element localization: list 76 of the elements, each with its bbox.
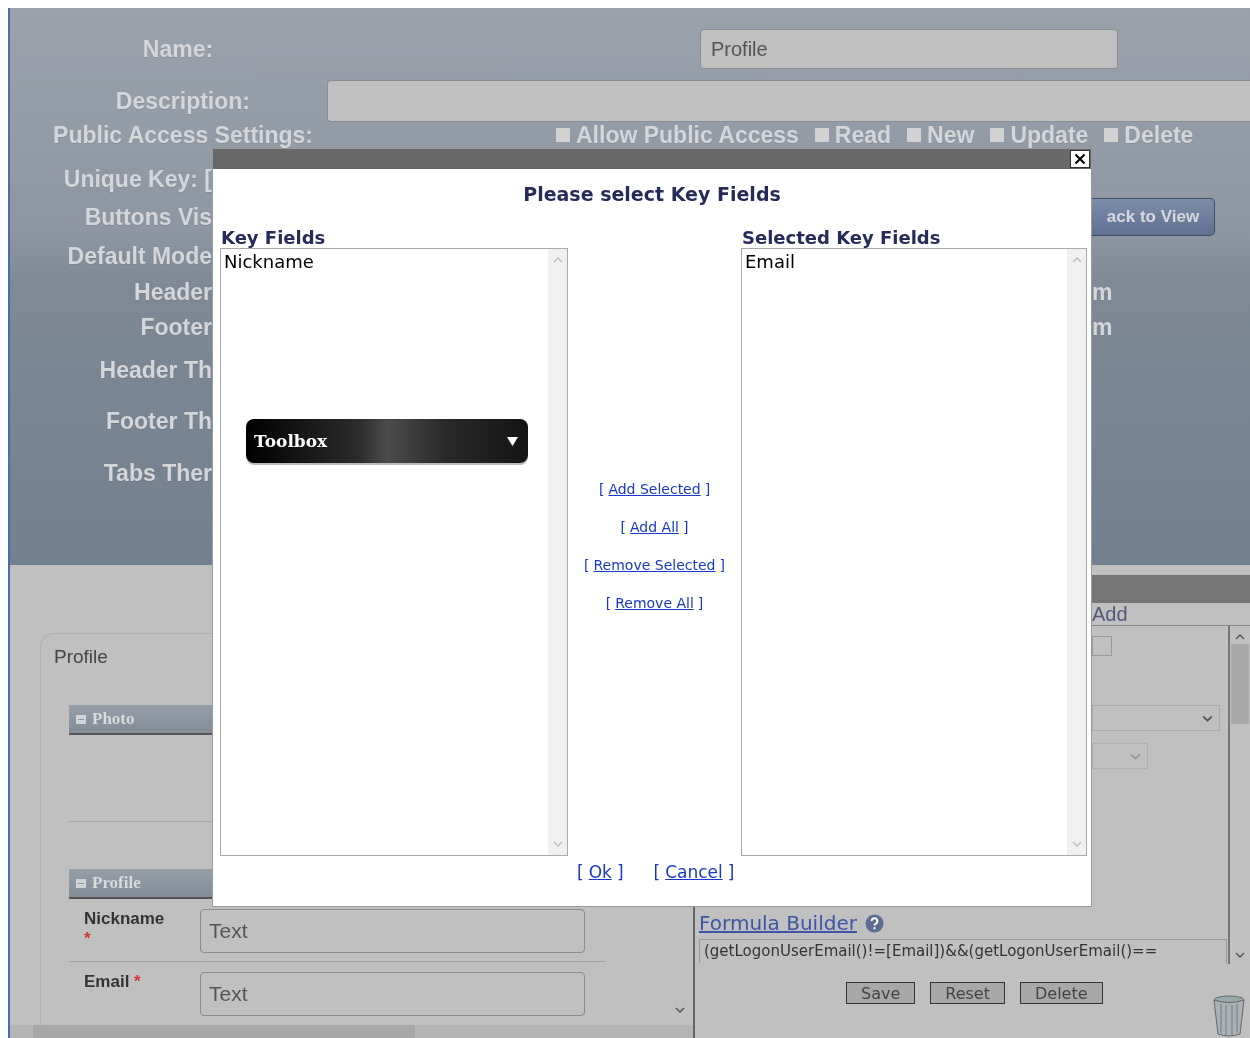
list-title: Key Fields <box>221 227 327 248</box>
checkbox[interactable] <box>814 128 829 142</box>
action-link[interactable]: Remove All <box>615 595 694 611</box>
input-field[interactable] <box>1092 636 1112 656</box>
bracket: ] <box>704 481 711 497</box>
setting-text: m <box>1092 278 1114 306</box>
public-access-label: Public Access Settings: <box>52 121 313 149</box>
dialog-link[interactable]: Ok <box>588 862 612 882</box>
bracket: ] <box>727 862 735 882</box>
formula-builder-link[interactable]: Formula Builder <box>699 911 857 935</box>
collapse-icon[interactable] <box>76 714 86 724</box>
text-field[interactable]: Text <box>200 909 585 953</box>
caret-icon[interactable] <box>507 436 518 446</box>
scrollbar-thumb[interactable] <box>1231 644 1249 724</box>
list-box[interactable]: Email <box>741 248 1087 856</box>
setting-label: Tabs Ther <box>102 459 212 487</box>
setting-label: Header <box>133 278 212 306</box>
field-label: Nickname * <box>83 909 166 949</box>
chevron-up-icon[interactable] <box>1235 634 1245 640</box>
toolbox-bar[interactable]: Toolbox <box>246 419 528 463</box>
list-title: Selected Key Fields <box>742 227 942 248</box>
action-link[interactable]: Add Selected <box>608 481 701 497</box>
setting-label: Header Th <box>98 356 212 384</box>
chevron-down-icon[interactable] <box>1235 952 1245 958</box>
bracket: ] <box>697 595 704 611</box>
description-field[interactable] <box>327 80 1250 122</box>
bracket: ] <box>616 862 624 882</box>
help-icon[interactable] <box>864 913 884 933</box>
checkbox[interactable] <box>990 128 1005 142</box>
chevron-down-icon[interactable] <box>675 1007 685 1013</box>
bracket: [ <box>653 862 661 882</box>
checkbox[interactable] <box>1104 128 1119 142</box>
setting-label: Buttons Vis <box>83 203 212 231</box>
checkbox-label: New <box>927 121 975 149</box>
collapse-icon[interactable] <box>76 878 86 888</box>
name-field[interactable]: Profile <box>700 29 1118 69</box>
checkbox-label: Update <box>1010 121 1089 149</box>
field-label: Email * <box>83 972 142 992</box>
action-link[interactable]: Add All <box>630 519 679 535</box>
action-button[interactable]: Reset <box>930 982 1005 1004</box>
chevron-down-icon[interactable] <box>1202 714 1213 722</box>
setting-label: Footer <box>139 313 212 341</box>
action-link[interactable]: Remove Selected <box>593 557 716 573</box>
checkbox-label: Allow Public Access <box>576 121 799 149</box>
checkbox[interactable] <box>907 128 922 142</box>
formula-field[interactable]: (getLogonUserEmail()!=[Email])&&(getLogonUserEmail()== <box>699 939 1227 963</box>
trash-icon[interactable] <box>1213 995 1245 1037</box>
bracket: [ <box>620 519 627 535</box>
action-button[interactable]: Save <box>846 982 916 1004</box>
form-title: Profile <box>54 646 109 668</box>
dialog-link[interactable]: Cancel <box>665 862 723 882</box>
setting-label: Footer Th <box>104 407 212 435</box>
dialog-title: Please select Key Fields <box>522 183 782 205</box>
bracket: [ <box>577 862 584 882</box>
bracket: [ <box>598 481 605 497</box>
action-button[interactable]: Delete <box>1020 982 1103 1004</box>
add-tab[interactable]: Add <box>1092 603 1128 625</box>
setting-label: Default Mode <box>66 242 212 270</box>
bracket: ] <box>719 557 725 573</box>
list-item[interactable]: Nickname <box>224 251 314 272</box>
bracket: [ <box>605 595 612 611</box>
checkbox[interactable] <box>556 128 570 142</box>
name-label: Name: <box>141 35 215 63</box>
list-item[interactable]: Email <box>745 251 795 272</box>
setting-text: m <box>1092 313 1114 341</box>
checkbox-label: Delete <box>1124 121 1194 149</box>
dropdown[interactable] <box>1092 743 1148 769</box>
bracket: [ <box>584 557 590 573</box>
text-field[interactable]: Text <box>200 972 585 1016</box>
bracket: ] <box>682 519 689 535</box>
scrollbar[interactable] <box>1228 626 1250 964</box>
scrollbar[interactable] <box>10 1025 693 1038</box>
checkbox-label: Read <box>834 121 892 149</box>
close-button[interactable] <box>1070 150 1090 168</box>
description-label: Description: <box>114 87 250 115</box>
setting-label: Unique Key: [ <box>62 165 212 193</box>
